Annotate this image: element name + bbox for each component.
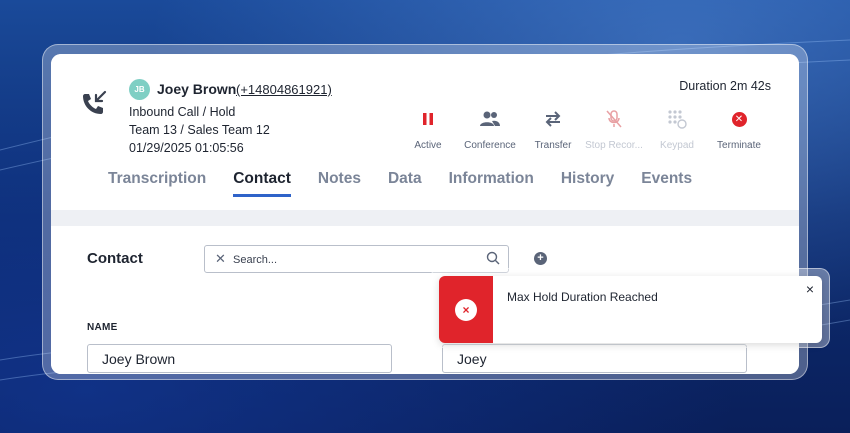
search-icon[interactable] [486, 251, 500, 265]
keypad-icon [668, 110, 687, 129]
full-name-field[interactable]: Joey Brown [87, 344, 392, 373]
mic-off-icon [606, 110, 622, 128]
transfer-arrows-icon [545, 111, 561, 127]
contact-title: Contact [87, 250, 143, 267]
tab-events[interactable]: Events [641, 170, 692, 197]
caller-name: Joey Brown [157, 81, 237, 97]
tab-bar: Transcription Contact Notes Data Informa… [108, 170, 719, 197]
tab-notes[interactable]: Notes [318, 170, 361, 197]
tab-contact[interactable]: Contact [233, 170, 291, 197]
tab-data[interactable]: Data [388, 170, 422, 197]
add-contact-button[interactable]: + [534, 252, 547, 265]
call-status: Inbound Call / Hold [129, 105, 236, 119]
call-duration: Duration 2m 42s [679, 79, 771, 93]
users-icon [480, 111, 500, 126]
close-icon[interactable]: × [806, 281, 814, 297]
tab-history[interactable]: History [561, 170, 614, 197]
toast-message: Max Hold Duration Reached [507, 290, 658, 304]
caller-number-link[interactable]: (+14804861921) [236, 82, 332, 97]
toast-notification: × Max Hold Duration Reached × [439, 276, 822, 343]
name-label: NAME [87, 322, 118, 333]
search-input[interactable] [233, 251, 473, 269]
error-icon: × [455, 298, 477, 321]
clear-icon[interactable]: ✕ [215, 251, 226, 267]
tab-transcription[interactable]: Transcription [108, 170, 206, 197]
call-datetime: 01/29/2025 01:05:56 [129, 141, 244, 155]
tab-information[interactable]: Information [449, 170, 534, 197]
first-name-field[interactable]: Joey [442, 344, 747, 373]
incoming-call-icon [83, 90, 107, 114]
avatar: JB [129, 79, 150, 100]
call-header-card: JB Joey Brown (+14804861921) Inbound Cal… [51, 54, 799, 210]
terminate-button[interactable]: ✕ Terminate [699, 106, 779, 151]
toast-error-strip: × [439, 276, 493, 343]
team-info: Team 13 / Sales Team 12 [129, 123, 270, 137]
terminate-icon: ✕ [731, 111, 747, 127]
pause-icon [423, 113, 433, 125]
